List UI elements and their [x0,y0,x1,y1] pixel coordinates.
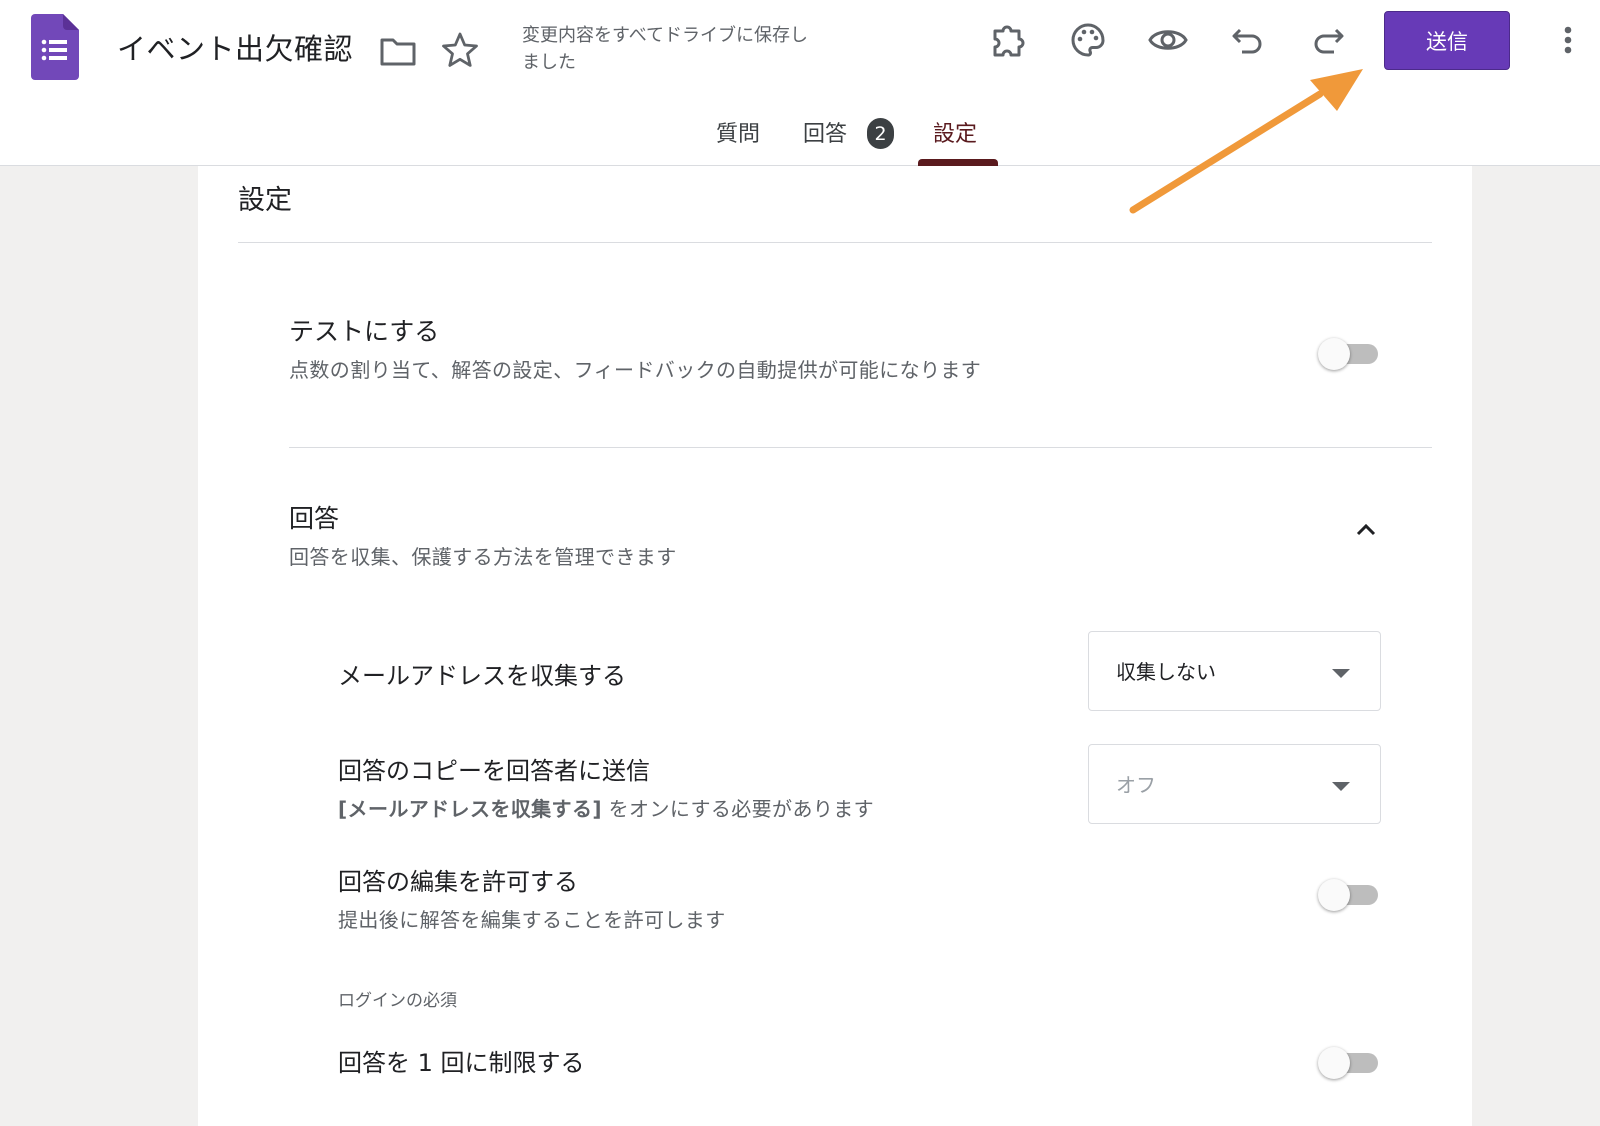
login-required-label: ログインの必須 [338,991,457,1011]
collect-email-dropdown[interactable]: 収集しない [1088,631,1381,711]
send-copy-description-strong: [メールアドレスを収集する] [338,797,602,821]
settings-card: 設定 テストにする 点数の割り当て、解答の設定、フィードバックの自動提供が可能に… [198,166,1472,1126]
settings-heading: 設定 [238,185,292,216]
toggle-thumb [1318,1047,1350,1079]
tab-questions[interactable]: 質問 [716,116,760,148]
save-status-text: 変更内容をすべてドライブに保存しました [522,25,809,73]
allow-edit-title: 回答の編集を許可する [338,868,578,896]
more-vert-icon[interactable] [1553,20,1583,64]
undo-icon[interactable] [1226,18,1270,62]
toggle-thumb [1318,879,1350,911]
palette-icon[interactable] [1066,18,1110,62]
send-copy-description-rest: をオンにする必要があります [601,797,875,821]
star-icon[interactable] [440,30,480,70]
chevron-up-icon[interactable] [1348,512,1384,548]
collect-email-title: メールアドレスを収集する [338,662,626,690]
limit-one-response-toggle[interactable] [1318,1047,1382,1079]
responses-count-badge: 2 [867,118,894,149]
dropdown-value: オフ [1116,773,1156,797]
dropdown-arrow-icon [1332,782,1350,791]
send-copy-dropdown[interactable]: オフ [1088,744,1381,824]
responses-section-title[interactable]: 回答 [289,499,339,535]
active-tab-indicator [918,159,998,166]
quiz-setting-title: テストにする [289,317,440,346]
allow-edit-toggle[interactable] [1318,879,1382,911]
forms-doc-icon[interactable] [31,14,79,80]
redo-icon[interactable] [1306,18,1350,62]
divider [238,242,1432,243]
limit-one-response-title: 回答を 1 回に制限する [338,1049,585,1077]
puzzle-icon[interactable] [986,18,1030,62]
eye-icon[interactable] [1146,18,1190,62]
dropdown-value: 収集しない [1116,660,1216,684]
send-button[interactable]: 送信 [1384,11,1510,70]
allow-edit-description: 提出後に解答を編集することを許可します [338,908,726,932]
tab-settings[interactable]: 設定 [933,116,977,148]
form-title[interactable]: イベント出欠確認 [117,26,353,68]
quiz-setting-description: 点数の割り当て、解答の設定、フィードバックの自動提供が可能になります [289,358,982,382]
folder-icon[interactable] [378,30,418,70]
dropdown-arrow-icon [1332,669,1350,678]
send-copy-description: [メールアドレスを収集する] をオンにする必要があります [338,793,874,822]
toggle-thumb [1318,338,1350,370]
top-bar: イベント出欠確認 変更内容をすべてドライブに保存しました 送信 質問 回答 2 … [0,0,1600,166]
responses-section-description: 回答を収集、保護する方法を管理できます [289,545,677,569]
tab-responses[interactable]: 回答 [803,116,847,148]
send-copy-title: 回答のコピーを回答者に送信 [338,757,650,785]
divider [289,447,1432,448]
quiz-toggle[interactable] [1318,338,1382,370]
